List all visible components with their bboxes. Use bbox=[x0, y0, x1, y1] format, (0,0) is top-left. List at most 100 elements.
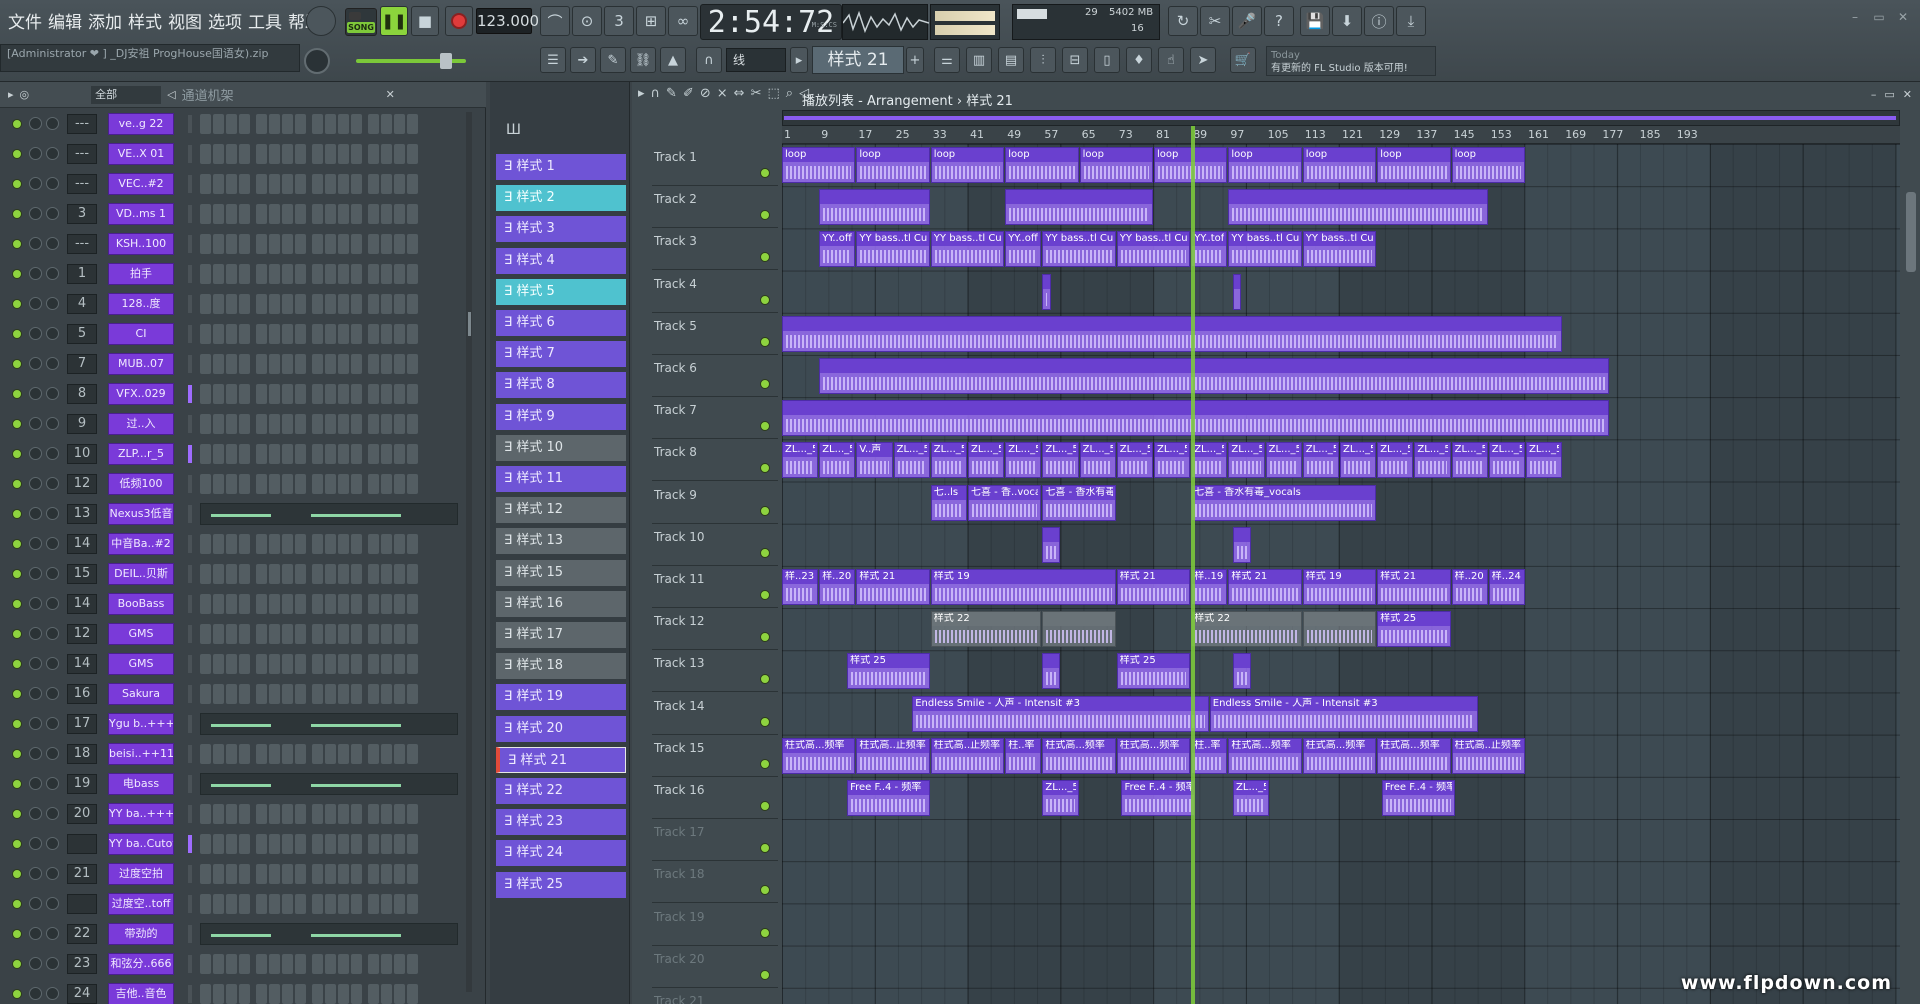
swing-knob-icon[interactable]: ◎ bbox=[20, 88, 30, 101]
track-mute-led[interactable] bbox=[760, 632, 770, 643]
step-button[interactable] bbox=[282, 114, 293, 134]
maximize-icon[interactable]: ▭ bbox=[1870, 10, 1888, 26]
step-button[interactable] bbox=[200, 414, 211, 434]
track-header[interactable]: Track 3 bbox=[652, 228, 778, 271]
channel-mixer-track[interactable]: 15 bbox=[67, 564, 97, 584]
channel-pan-knob[interactable] bbox=[29, 237, 42, 250]
channel-volume-knob[interactable] bbox=[46, 717, 59, 730]
undo-icon[interactable]: ↻ bbox=[1168, 6, 1198, 36]
step-button[interactable] bbox=[295, 684, 306, 704]
step-button[interactable] bbox=[368, 144, 379, 164]
step-button[interactable] bbox=[213, 474, 224, 494]
track-header[interactable]: Track 9 bbox=[652, 482, 778, 524]
step-button[interactable] bbox=[325, 264, 336, 284]
channel-name-button[interactable]: DEIL..贝斯 bbox=[108, 563, 174, 585]
step-button[interactable] bbox=[394, 294, 405, 314]
step-button[interactable] bbox=[368, 324, 379, 344]
channel-select-bar[interactable] bbox=[188, 385, 192, 403]
playlist-clip[interactable]: YY bass..tl Cutoff bbox=[1228, 231, 1302, 268]
channel-volume-knob[interactable] bbox=[46, 747, 59, 760]
playlist-clip[interactable]: 样式 19 bbox=[930, 569, 1116, 605]
track-header[interactable]: Track 7 bbox=[652, 397, 778, 440]
channel-volume-knob[interactable] bbox=[46, 117, 59, 130]
step-button[interactable] bbox=[312, 624, 323, 644]
channel-select-bar[interactable] bbox=[188, 145, 192, 163]
step-button[interactable] bbox=[312, 444, 323, 464]
step-button[interactable] bbox=[325, 894, 336, 914]
pattern-item[interactable]: ∃ 样式 17 bbox=[496, 622, 626, 648]
step-button[interactable] bbox=[239, 864, 250, 884]
step-button[interactable] bbox=[200, 354, 211, 374]
step-button[interactable] bbox=[282, 414, 293, 434]
playlist-clip[interactable]: 七..ls bbox=[930, 484, 967, 521]
step-button[interactable] bbox=[381, 744, 392, 764]
channel-name-button[interactable]: 和弦分..666 bbox=[108, 953, 174, 975]
playlist-clip[interactable] bbox=[819, 358, 1609, 394]
playlist-clip[interactable]: 柱..率 bbox=[1005, 737, 1042, 774]
step-button[interactable] bbox=[407, 744, 418, 764]
channel-volume-knob[interactable] bbox=[46, 387, 59, 400]
step-button[interactable] bbox=[200, 234, 211, 254]
step-button[interactable] bbox=[338, 654, 349, 674]
playlist-clip[interactable]: 柱式高...频率 bbox=[1228, 737, 1302, 774]
playlist-clip[interactable]: ZL..._5 bbox=[1451, 442, 1488, 479]
channel-select-bar[interactable] bbox=[188, 505, 192, 523]
step-button[interactable] bbox=[351, 744, 362, 764]
step-button[interactable] bbox=[407, 414, 418, 434]
playlist-clip[interactable]: ZL..._5 bbox=[1116, 442, 1153, 479]
step-button[interactable] bbox=[282, 624, 293, 644]
step-button[interactable] bbox=[256, 114, 267, 134]
step-button[interactable] bbox=[351, 804, 362, 824]
step-button[interactable] bbox=[351, 594, 362, 614]
channel-volume-knob[interactable] bbox=[46, 957, 59, 970]
track-mute-led[interactable] bbox=[760, 843, 770, 854]
step-button[interactable] bbox=[368, 954, 379, 974]
pattern-item[interactable]: ∃ 样式 2 bbox=[496, 185, 626, 212]
step-button[interactable] bbox=[394, 114, 405, 134]
step-button[interactable] bbox=[295, 954, 306, 974]
channel-name-button[interactable]: YY ba..++++ bbox=[108, 803, 174, 825]
playlist-clip[interactable]: ZL..._5 bbox=[1154, 442, 1191, 479]
step-button[interactable] bbox=[239, 444, 250, 464]
step-button[interactable] bbox=[239, 534, 250, 554]
step-button[interactable] bbox=[338, 264, 349, 284]
step-button[interactable] bbox=[381, 354, 392, 374]
track-header[interactable]: Track 11 bbox=[652, 566, 778, 608]
playhead[interactable] bbox=[1191, 126, 1196, 1004]
piano-roll-icon[interactable]: ▥ bbox=[966, 47, 992, 73]
channel-mixer-track[interactable]: 19 bbox=[67, 774, 97, 794]
pattern-item[interactable]: ∃ 样式 6 bbox=[496, 310, 626, 336]
channel-pan-knob[interactable] bbox=[29, 207, 42, 220]
step-button[interactable] bbox=[407, 474, 418, 494]
step-button[interactable] bbox=[269, 834, 280, 854]
step-button[interactable] bbox=[338, 564, 349, 584]
tempo-display[interactable]: 123.000 bbox=[476, 8, 539, 34]
step-button[interactable] bbox=[213, 174, 224, 194]
playlist-clip[interactable]: ZL..._5 bbox=[819, 442, 856, 479]
step-button[interactable] bbox=[213, 564, 224, 584]
track-header[interactable]: Track 12 bbox=[652, 608, 778, 651]
track-mute-led[interactable] bbox=[760, 294, 770, 305]
step-button[interactable] bbox=[226, 744, 237, 764]
step-button[interactable] bbox=[295, 624, 306, 644]
step-button[interactable] bbox=[256, 534, 267, 554]
step-button[interactable] bbox=[325, 114, 336, 134]
step-button[interactable] bbox=[282, 294, 293, 314]
playlist-clip[interactable]: ZL..._5 bbox=[1042, 780, 1079, 816]
playlist-clip[interactable]: ZL..._5 bbox=[1042, 442, 1079, 479]
channel-mixer-track[interactable]: 14 bbox=[67, 594, 97, 614]
step-button[interactable] bbox=[269, 744, 280, 764]
channel-name-button[interactable]: VE..X 01 bbox=[108, 143, 174, 165]
playlist-clip[interactable]: 柱式高...频率 bbox=[1302, 737, 1377, 774]
track-mute-led[interactable] bbox=[760, 885, 770, 896]
step-button[interactable] bbox=[407, 294, 418, 314]
channel-select-bar[interactable] bbox=[188, 655, 192, 673]
channel-scrollbar-thumb[interactable] bbox=[468, 312, 471, 336]
pattern-prev-icon[interactable]: ▸ bbox=[790, 47, 808, 73]
playlist-clip[interactable]: ZL..._5 bbox=[968, 442, 1005, 479]
step-button[interactable] bbox=[381, 144, 392, 164]
step-button[interactable] bbox=[256, 954, 267, 974]
channel-select-bar[interactable] bbox=[188, 325, 192, 343]
channel-mixer-track[interactable]: 8 bbox=[67, 384, 97, 404]
step-button[interactable] bbox=[269, 594, 280, 614]
